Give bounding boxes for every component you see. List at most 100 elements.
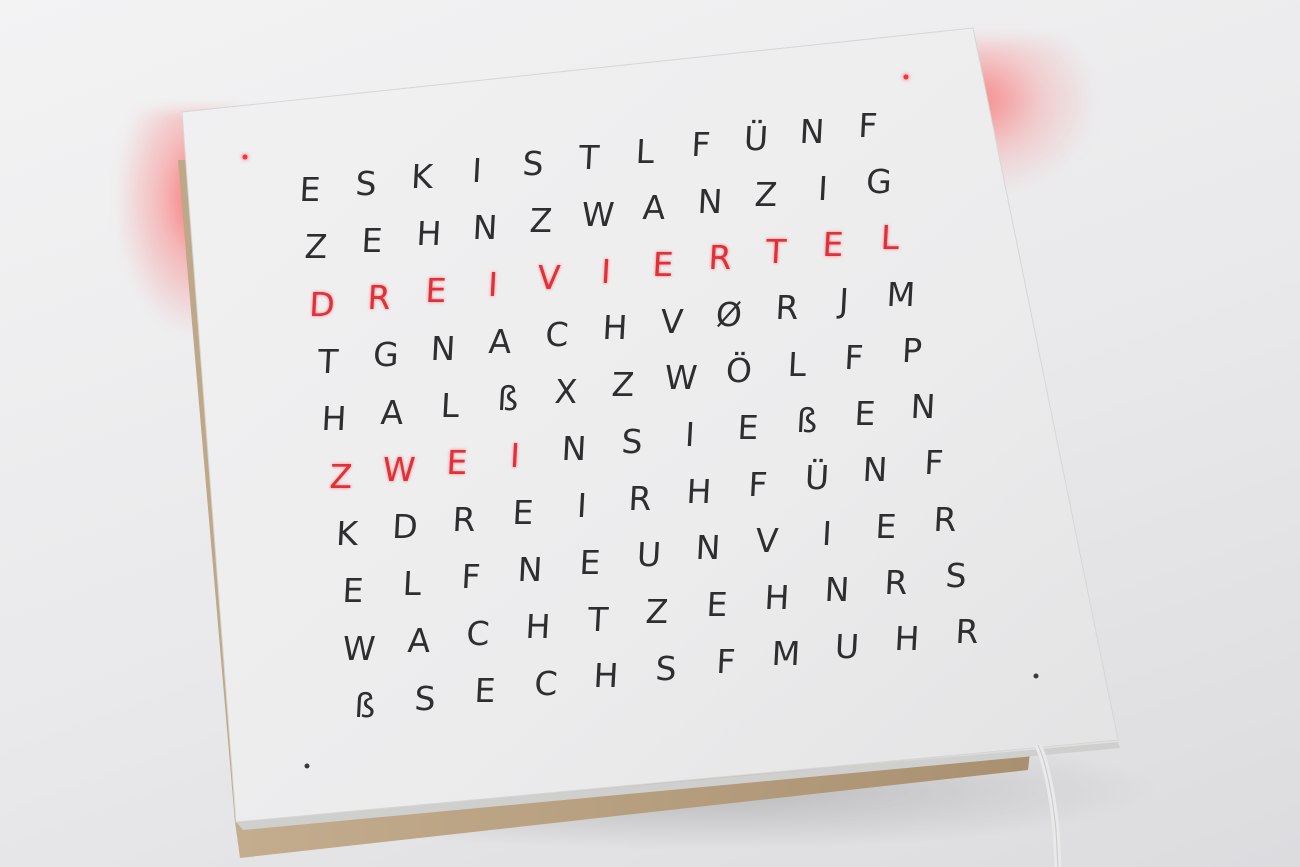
- letter-cell: F: [690, 125, 712, 165]
- letter-cell: W: [341, 628, 377, 668]
- lit-letter: I: [509, 435, 522, 475]
- lit-letter: Z: [328, 456, 353, 496]
- lit-letter: E: [424, 271, 448, 311]
- letter-cell: C: [465, 614, 491, 654]
- photo-scene: ESKISTLFÜNFZEHNZWANZIGDREIVIERTELTGNACHV…: [0, 0, 1300, 867]
- letter-cell: N: [861, 450, 889, 490]
- letter-cell: V: [659, 301, 685, 341]
- letter-cell: T: [577, 138, 601, 177]
- letter-cell: L: [786, 344, 807, 384]
- mount-hole-bottom-right: [1033, 673, 1039, 679]
- letter-cell: D: [391, 506, 420, 546]
- lit-letter: E: [651, 244, 675, 284]
- mount-hole-top-left: [242, 154, 248, 160]
- letter-cell: V: [755, 521, 780, 561]
- letter-cell: R: [954, 612, 980, 651]
- letter-cell: X: [553, 372, 578, 411]
- letter-cell: E: [341, 571, 365, 611]
- letter-cell: R: [883, 563, 909, 603]
- letter-cell: Ü: [803, 457, 830, 497]
- letter-cell: N: [429, 328, 457, 368]
- letter-cell: S: [413, 678, 437, 718]
- letter-cell: Ü: [743, 118, 770, 158]
- letter-cell: F: [715, 641, 737, 681]
- letter-cell: W: [663, 358, 699, 398]
- letter-cell: S: [944, 555, 968, 595]
- lit-letter: W: [381, 449, 417, 489]
- letter-cell: E: [874, 506, 898, 546]
- letter-cell: E: [705, 584, 729, 624]
- letter-cell: E: [360, 220, 384, 260]
- letter-cell: H: [601, 308, 629, 348]
- letter-cell: U: [833, 626, 860, 666]
- letter-cell: W: [580, 194, 615, 234]
- letter-cell: F: [857, 106, 879, 145]
- letter-cell: Ö: [724, 351, 753, 391]
- letter-cell: I: [471, 150, 484, 190]
- letter-cell: A: [487, 321, 513, 361]
- letter-cell: F: [923, 443, 945, 483]
- letter-cell: H: [893, 619, 921, 659]
- lit-letter: R: [707, 238, 733, 278]
- letter-cell: H: [763, 577, 791, 617]
- letter-cell: ß: [496, 378, 520, 418]
- letter-cell: H: [685, 471, 713, 511]
- letter-cell: E: [511, 492, 535, 532]
- letter-cell: N: [696, 181, 724, 221]
- letter-cell: P: [901, 330, 924, 370]
- letter-cell: H: [320, 399, 348, 439]
- lit-letter: I: [486, 264, 499, 304]
- letter-cell: A: [406, 621, 431, 661]
- mount-hole-bottom-left: [304, 763, 310, 769]
- letter-cell: S: [354, 163, 378, 203]
- lit-letter: D: [308, 284, 336, 324]
- letter-cell: E: [298, 170, 322, 209]
- letter-cell: Z: [754, 175, 779, 215]
- letter-cell: Ø: [715, 294, 744, 334]
- letter-cell: S: [620, 421, 644, 461]
- letter-cell: N: [798, 112, 826, 152]
- letter-cell: ß: [353, 686, 377, 725]
- letter-cell: I: [575, 485, 588, 525]
- letter-cell: R: [451, 499, 477, 539]
- letter-cell: A: [379, 392, 405, 432]
- letter-cell: F: [747, 464, 769, 504]
- lit-letter: I: [600, 251, 613, 291]
- letter-cell: Z: [528, 201, 554, 241]
- letter-cell: F: [843, 337, 865, 377]
- letter-cell: E: [473, 671, 497, 711]
- letter-cell: G: [371, 335, 400, 375]
- letter-cell: I: [816, 168, 829, 208]
- letter-cell: N: [694, 528, 722, 568]
- letter-cell: M: [771, 634, 802, 674]
- letter-cell: C: [544, 315, 570, 355]
- letter-cell: E: [578, 542, 602, 582]
- lit-letter: R: [366, 278, 392, 317]
- letter-cell: L: [634, 131, 656, 171]
- letter-cell: N: [471, 207, 499, 247]
- lit-letter: E: [445, 442, 469, 482]
- lit-letter: V: [537, 258, 562, 298]
- letter-cell: S: [521, 144, 545, 184]
- letter-cell: E: [853, 394, 877, 434]
- letter-cell: F: [460, 557, 482, 596]
- letter-cell: A: [641, 188, 667, 228]
- letter-cell: R: [774, 288, 800, 328]
- letter-cell: ß: [795, 401, 818, 440]
- letter-cell: T: [317, 342, 340, 381]
- letter-cell: Z: [645, 592, 670, 632]
- letter-cell: N: [909, 387, 937, 427]
- mount-hole-top-right: [903, 74, 909, 80]
- letter-cell: N: [823, 570, 850, 610]
- letter-cell: K: [409, 157, 434, 197]
- letter-cell: N: [560, 428, 587, 468]
- letter-cell: R: [932, 499, 958, 539]
- letter-cell: E: [736, 408, 760, 447]
- letter-cell: C: [533, 663, 559, 703]
- lit-letter: L: [879, 218, 901, 258]
- letter-cell: M: [885, 274, 917, 314]
- letter-cell: S: [654, 649, 678, 688]
- letter-cell: L: [401, 564, 423, 604]
- letter-cell: U: [635, 535, 663, 575]
- letter-cell: N: [517, 549, 544, 589]
